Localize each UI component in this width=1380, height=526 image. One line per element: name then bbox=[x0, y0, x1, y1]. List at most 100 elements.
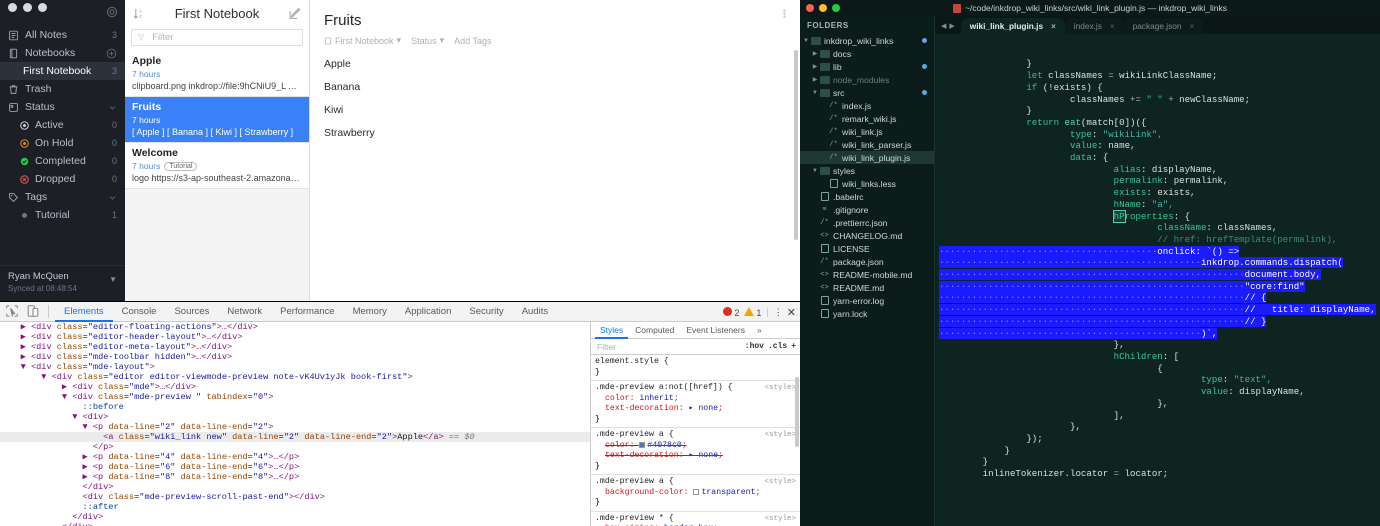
editor-tab-wiki-link-plugin[interactable]: wiki_link_plugin.js × bbox=[960, 18, 1065, 34]
style-rule-source[interactable]: <style> bbox=[764, 477, 796, 488]
dom-tree-line[interactable]: ▼ <div class="mde-preview " tabindex="0"… bbox=[0, 392, 590, 402]
file-tree-item[interactable]: <> CHANGELOG.md bbox=[800, 229, 934, 242]
sidebar-item-completed[interactable]: Completed 0 bbox=[0, 152, 125, 170]
style-rule[interactable]: .mde-preview a:not([href]) {<style> color… bbox=[591, 381, 800, 428]
devtools-tab-memory[interactable]: Memory bbox=[344, 302, 396, 322]
editor-more-icon[interactable]: • • • bbox=[783, 7, 786, 22]
style-rule[interactable]: element.style {} bbox=[591, 355, 800, 381]
code-line[interactable]: }, bbox=[935, 421, 1380, 433]
code-line[interactable]: } bbox=[935, 58, 1380, 70]
sidebar-item-first-notebook[interactable]: First Notebook 3 bbox=[0, 62, 125, 80]
code-line[interactable]: ········································… bbox=[935, 280, 1380, 293]
style-rule[interactable]: .mde-preview * {<style>box-sizing: borde… bbox=[591, 512, 800, 526]
style-property[interactable]: color: inherit; bbox=[595, 394, 796, 405]
code-line[interactable]: hChildren: [ bbox=[935, 351, 1380, 363]
close-button[interactable] bbox=[8, 3, 17, 12]
tab-prev-icon[interactable]: ◀ bbox=[941, 22, 946, 30]
code-line[interactable]: }, bbox=[935, 339, 1380, 351]
devtools-close-icon[interactable]: ✕ bbox=[787, 306, 796, 319]
code-line[interactable]: type: "wikiLink", bbox=[935, 129, 1380, 141]
file-tree-item[interactable]: /* package.json bbox=[800, 255, 934, 268]
style-rule-source[interactable]: <style> bbox=[764, 383, 796, 394]
styles-tab-more[interactable]: » bbox=[752, 322, 767, 339]
devtools-tab-performance[interactable]: Performance bbox=[271, 302, 343, 322]
dom-tree-line[interactable]: ▶ <p data-line="4" data-line-end="4">…</… bbox=[0, 452, 590, 462]
chevron-down-icon[interactable] bbox=[108, 193, 117, 202]
error-count-badge[interactable]: 2 bbox=[723, 306, 739, 318]
sidebar-item-on-hold[interactable]: On Hold 0 bbox=[0, 134, 125, 152]
code-line[interactable]: ········································… bbox=[935, 292, 1380, 304]
devtools-tab-elements[interactable]: Elements bbox=[55, 302, 113, 322]
devtools-tab-security[interactable]: Security bbox=[460, 302, 512, 322]
sidebar-section-tags[interactable]: Tags bbox=[0, 188, 125, 206]
note-list-item[interactable]: Apple 7 hours clipboard.png inkdrop://fi… bbox=[125, 51, 309, 97]
maximize-button[interactable] bbox=[38, 3, 47, 12]
dom-tree-line[interactable]: ::after bbox=[0, 502, 590, 512]
file-tree-item[interactable]: ▶ node_modules bbox=[800, 73, 934, 86]
device-toolbar-icon[interactable] bbox=[26, 304, 42, 319]
code-line[interactable]: alias: displayName, bbox=[935, 164, 1380, 176]
code-line[interactable]: ········································… bbox=[935, 327, 1380, 340]
devtools-tab-application[interactable]: Application bbox=[396, 302, 460, 322]
sort-icon[interactable]: AZ bbox=[133, 7, 146, 20]
styles-filter-input[interactable] bbox=[595, 340, 741, 353]
dom-tree-line[interactable]: ▼ <div class="mde-layout"> bbox=[0, 362, 590, 372]
code-line[interactable]: let classNames = wikiLinkClassName; bbox=[935, 70, 1380, 82]
tab-next-icon[interactable]: ▶ bbox=[949, 22, 954, 30]
devtools-tab-console[interactable]: Console bbox=[113, 302, 166, 322]
file-tree-item[interactable]: ▶ lib bbox=[800, 60, 934, 73]
code-line[interactable]: value: displayName, bbox=[935, 386, 1380, 398]
file-tree-item[interactable]: .babelrc bbox=[800, 190, 934, 203]
sidebar-section-status[interactable]: Status bbox=[0, 98, 125, 116]
dom-tree-line[interactable]: ▼ <p data-line="2" data-line-end="2"> bbox=[0, 422, 590, 432]
code-line[interactable]: data: { bbox=[935, 152, 1380, 164]
note-editor-title[interactable]: Fruits bbox=[310, 0, 800, 29]
styles-tab-styles[interactable]: Styles bbox=[595, 322, 628, 339]
sidebar-item-dropped[interactable]: Dropped 0 bbox=[0, 170, 125, 188]
code-line[interactable]: } bbox=[935, 445, 1380, 457]
code-line[interactable]: ········································… bbox=[935, 304, 1380, 316]
devtools-tab-network[interactable]: Network bbox=[218, 302, 271, 322]
styles-tab-event-listeners[interactable]: Event Listeners bbox=[681, 322, 750, 339]
dom-tree-line[interactable]: ▶ <div class="mde">…</div> bbox=[0, 382, 590, 392]
disclosure-triangle-icon[interactable]: ▶ bbox=[811, 76, 819, 83]
code-window-traffic-lights[interactable] bbox=[806, 4, 840, 12]
file-tree-item[interactable]: /* wiki_link.js bbox=[800, 125, 934, 138]
chevron-down-icon[interactable]: ▼ bbox=[109, 275, 117, 284]
dom-tree-line[interactable]: </div> bbox=[0, 512, 590, 522]
code-line[interactable]: return eat(match[0])({ bbox=[935, 117, 1380, 129]
sidebar-item-all-notes[interactable]: All Notes 3 bbox=[0, 26, 125, 44]
code-line[interactable]: ········································… bbox=[935, 315, 1380, 328]
code-line[interactable]: } bbox=[935, 105, 1380, 117]
file-tree-item[interactable]: /* index.js bbox=[800, 99, 934, 112]
file-tree-item[interactable]: ▼ inkdrop_wiki_links bbox=[800, 34, 934, 47]
code-line[interactable]: value: name, bbox=[935, 140, 1380, 152]
code-line[interactable]: // href: hrefTemplate(permalink), bbox=[935, 234, 1380, 246]
devtools-tab-sources[interactable]: Sources bbox=[165, 302, 218, 322]
code-line[interactable]: }, bbox=[935, 398, 1380, 410]
dom-tree-line[interactable]: <div class="mde-preview-scroll-past-end"… bbox=[0, 492, 590, 502]
disclosure-triangle-icon[interactable]: ▶ bbox=[811, 63, 819, 70]
file-tree-item[interactable]: /* wiki_link_plugin.js bbox=[800, 151, 934, 164]
note-list-item[interactable]: Fruits 7 hours [ Apple ] [ Banana ] [ Ki… bbox=[125, 97, 309, 143]
dom-tree-line[interactable]: ▼ <div class="editor editor-viewmode-pre… bbox=[0, 372, 590, 382]
code-line[interactable]: ········································… bbox=[935, 257, 1380, 269]
close-icon[interactable]: × bbox=[1051, 22, 1056, 31]
file-tree-item[interactable]: yarn.lock bbox=[800, 307, 934, 320]
close-icon[interactable]: × bbox=[1110, 22, 1115, 31]
disclosure-triangle-icon[interactable]: ▼ bbox=[802, 38, 810, 44]
note-list-item[interactable]: Welcome 7 hours Tutorial logo https://s3… bbox=[125, 143, 309, 189]
style-rule[interactable]: .mde-preview a {<style> color: #4078c0; te… bbox=[591, 428, 800, 475]
code-line[interactable]: if (!exists) { bbox=[935, 82, 1380, 94]
close-button[interactable] bbox=[806, 4, 814, 12]
sidebar-item-notebooks[interactable]: Notebooks bbox=[0, 44, 125, 62]
file-tree-item[interactable]: /* wiki_link_parser.js bbox=[800, 138, 934, 151]
styles-cls-toggle[interactable]: .cls bbox=[768, 342, 787, 351]
sidebar-item-tutorial-tag[interactable]: Tutorial 1 bbox=[0, 206, 125, 224]
style-rule-source[interactable]: <style> bbox=[764, 514, 796, 525]
dom-tree-line[interactable]: </p> bbox=[0, 442, 590, 452]
minimize-button[interactable] bbox=[819, 4, 827, 12]
note-filter-box[interactable] bbox=[131, 29, 303, 46]
code-line[interactable]: inlineTokenizer.locator = locator; bbox=[935, 468, 1380, 480]
styles-tab-computed[interactable]: Computed bbox=[630, 322, 679, 339]
